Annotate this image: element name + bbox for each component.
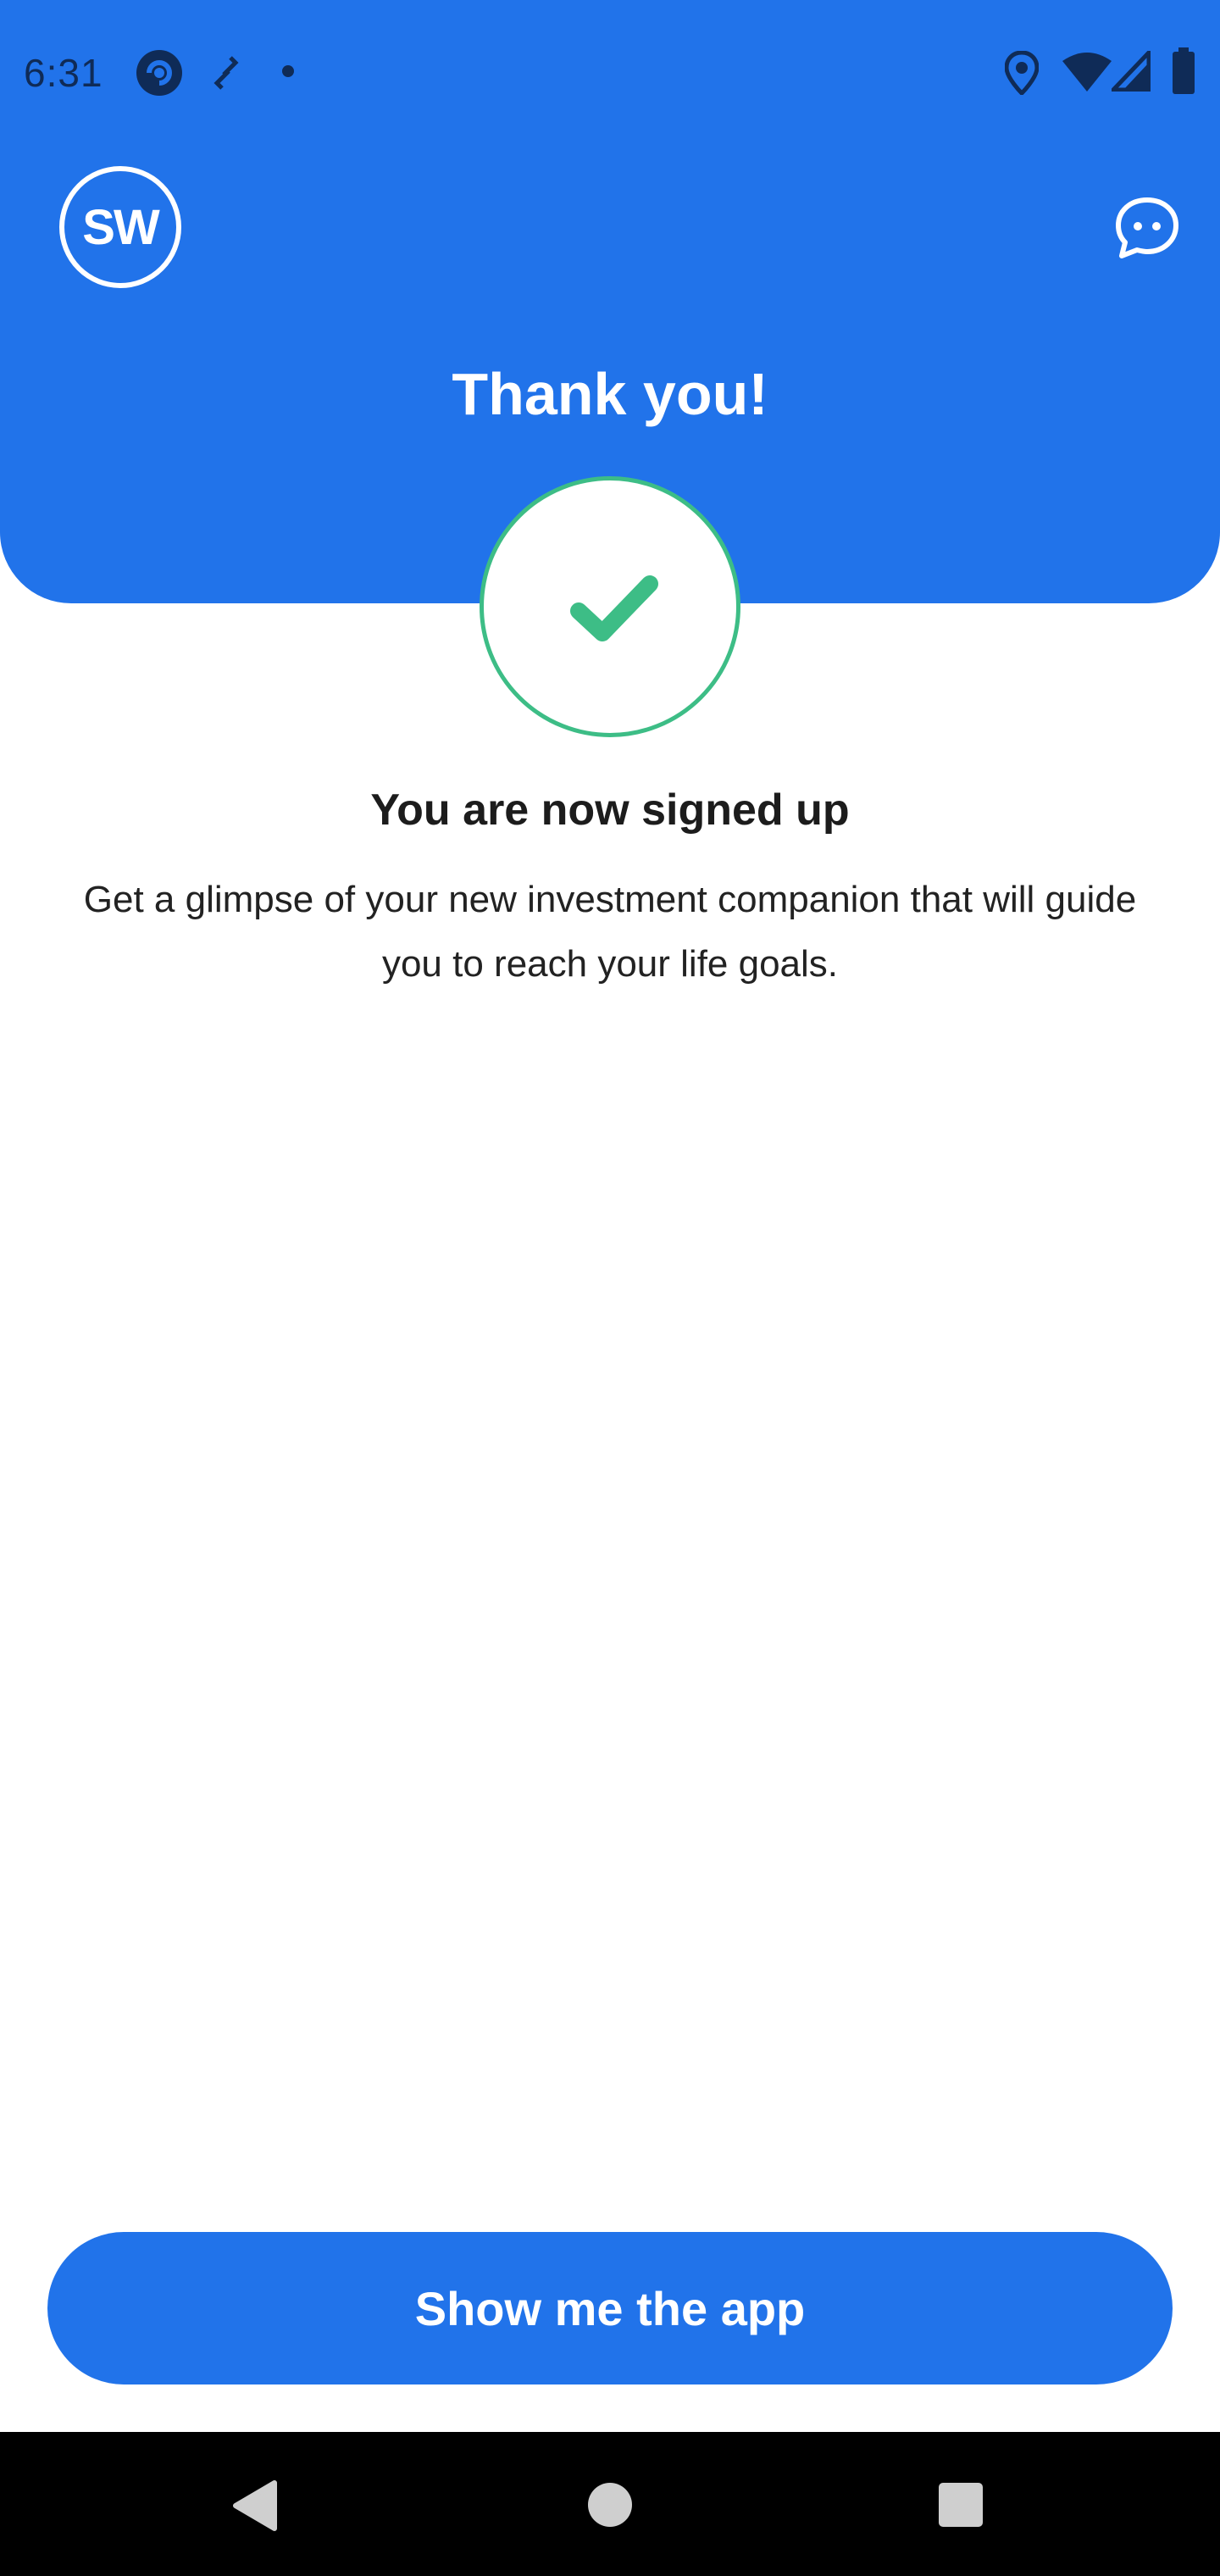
show-me-the-app-button[interactable]: Show me the app	[47, 2232, 1173, 2384]
back-icon[interactable]	[230, 2479, 278, 2532]
chat-bubble-icon[interactable]	[1113, 195, 1181, 263]
location-icon	[1005, 51, 1039, 95]
home-icon[interactable]	[586, 2481, 634, 2529]
success-description: Get a glimpse of your new investment com…	[83, 879, 1137, 985]
battery-icon	[1173, 47, 1195, 94]
status-bar: 6:31	[0, 0, 1220, 146]
wifi-icon	[1062, 53, 1112, 92]
app-notification-icon	[136, 50, 182, 96]
page-title: Thank you!	[452, 361, 768, 427]
dot-icon	[282, 65, 294, 77]
checkmark-icon	[570, 575, 658, 641]
success-badge	[480, 476, 740, 737]
sync-icon	[214, 56, 239, 90]
brand-logo-text: SW	[82, 199, 159, 255]
system-nav-bar	[0, 2432, 1220, 2576]
brand-logo: SW	[59, 166, 181, 288]
success-heading: You are now signed up	[370, 786, 850, 835]
status-time: 6:31	[24, 51, 103, 95]
recents-icon[interactable]	[937, 2481, 984, 2529]
signal-icon	[1112, 51, 1151, 92]
